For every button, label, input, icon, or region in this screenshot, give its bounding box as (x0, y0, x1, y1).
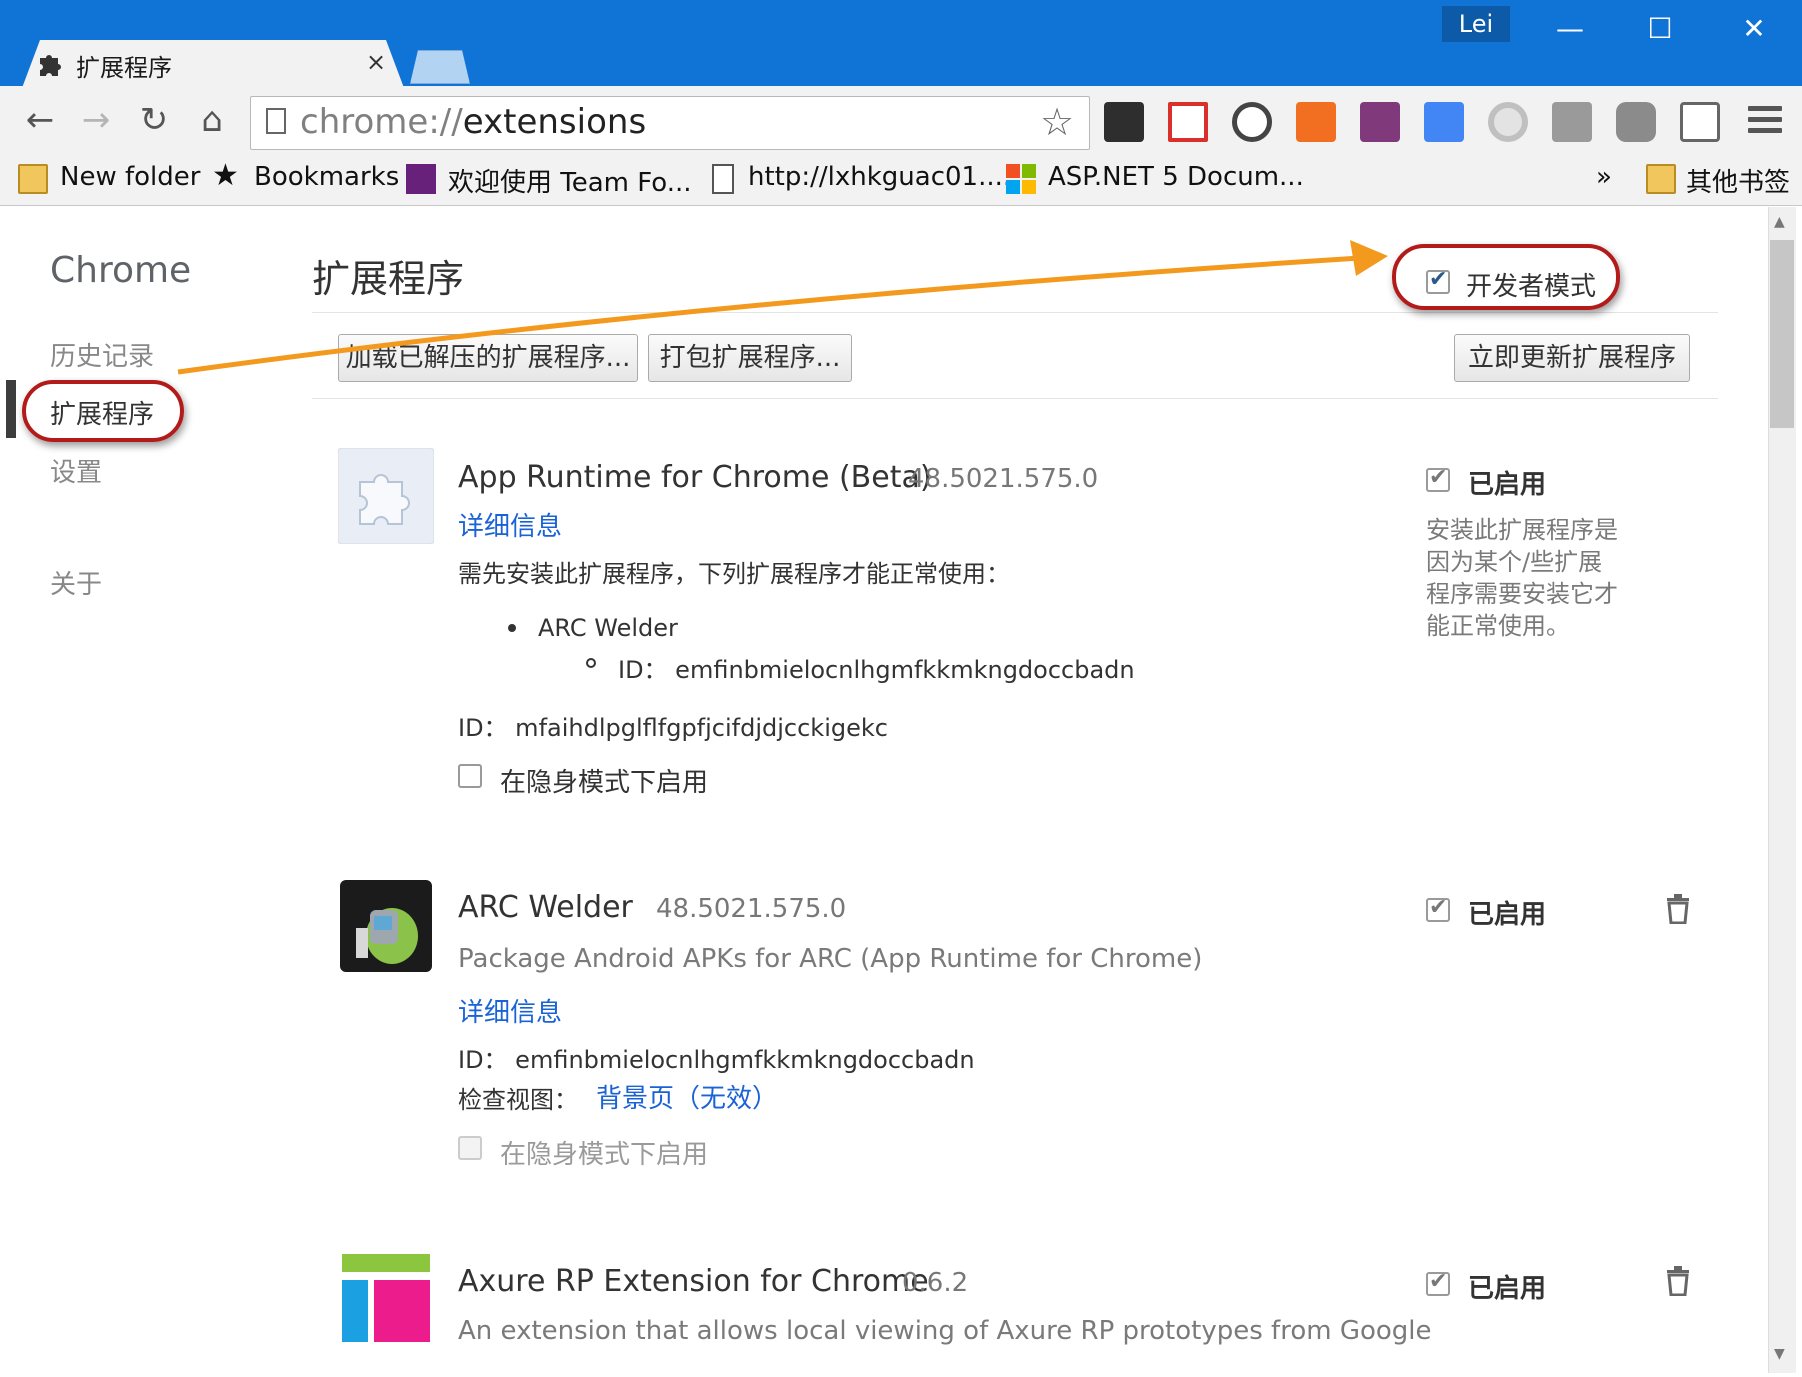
browser-window: 扩展程序 × Lei — ☐ ✕ ← → ↻ ⌂ chrome://extens… (0, 0, 1802, 1377)
annotation-arrow (177, 240, 1388, 375)
